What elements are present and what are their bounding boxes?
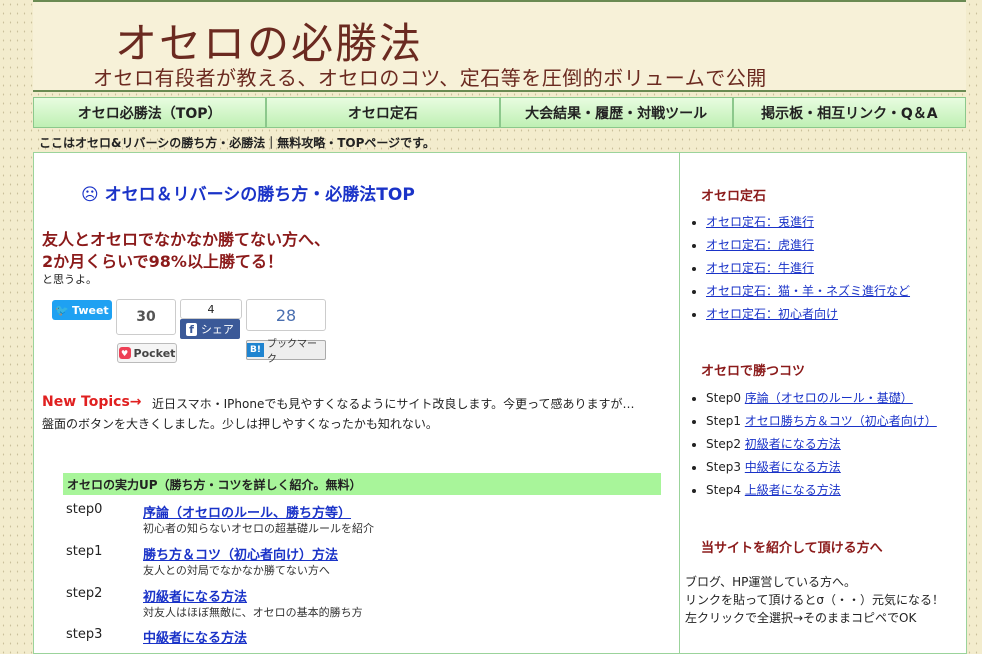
list-item: オセロ定石：猫・羊・ネズミ進行など — [706, 280, 910, 303]
sidebar-link[interactable]: オセロ勝ち方＆コツ（初心者向け） — [745, 414, 937, 428]
nav-item-results[interactable]: 大会結果・履歴・対戦ツール — [499, 97, 733, 128]
new-topics-text: 近日スマホ・IPhoneでも見やすくなるようにサイト改良します。今更って感ありま… — [152, 397, 635, 411]
nav-border — [33, 90, 966, 92]
step-link[interactable]: 初級者になる方法 — [143, 586, 247, 605]
intro-line-3: 左クリックで全選択→そのままコピペでOK — [685, 611, 917, 625]
sidebar-link[interactable]: 序論（オセロのルール・基礎） — [745, 391, 913, 405]
step-number: step1 — [66, 544, 103, 559]
step-label: Step4 — [706, 483, 741, 497]
list-item: Step0 序論（オセロのルール・基礎） — [706, 387, 937, 410]
step-number: step2 — [66, 586, 103, 601]
pocket-label: Pocket — [133, 346, 176, 360]
sidebar-link[interactable]: オセロ定石：牛進行 — [706, 261, 814, 275]
step-link[interactable]: 序論（オセロのルール、勝ち方等） — [143, 502, 351, 521]
section-heading: オセロの実力UP（勝ち方・コツを詳しく紹介。無料） — [63, 473, 661, 495]
step-label: Step0 — [706, 391, 741, 405]
tweet-count: 30 — [116, 299, 176, 335]
pocket-button[interactable]: ♥ Pocket — [117, 343, 177, 363]
step-description: 友人との対局でなかなか勝てない方へ — [143, 564, 330, 577]
facebook-count: 4 — [180, 299, 242, 319]
breadcrumb: ここはオセロ&リバーシの勝ち方・必勝法｜無料攻略・TOPページです。 — [39, 136, 435, 150]
hatena-icon: B! — [247, 343, 264, 357]
twitter-bird-icon: 🐦 — [55, 303, 70, 317]
sidebar-link[interactable]: オセロ定石：兎進行 — [706, 215, 814, 229]
sidebar: オセロ定石 オセロ定石：兎進行 オセロ定石：虎進行 オセロ定石：牛進行 オセロ定… — [679, 152, 967, 654]
list-item: オセロ定石：兎進行 — [706, 211, 910, 234]
nav-item-top[interactable]: オセロ必勝法（TOP） — [33, 97, 267, 128]
step-label: Step2 — [706, 437, 741, 451]
site-subtitle: オセロ有段者が教える、オセロのコツ、定石等を圧倒的ボリュームで公開 — [93, 66, 767, 90]
sidebar-heading-tips: オセロで勝つコツ — [701, 364, 806, 379]
facebook-icon: f — [186, 322, 197, 336]
hatena-label: ブックマーク — [266, 339, 317, 365]
new-topics-text-2: 盤面のボタンを大きくしました。少しは押しやすくなったかも知れない。 — [42, 417, 438, 431]
step-label: Step3 — [706, 460, 741, 474]
page-title: ☹ オセロ＆リバーシの勝ち方・必勝法TOP — [81, 185, 415, 205]
list-item: オセロ定石：虎進行 — [706, 234, 910, 257]
intro-line-2: リンクを貼って頂けるとσ（・・）元気になる！ — [685, 593, 945, 607]
facebook-share-button[interactable]: f シェア — [180, 319, 240, 339]
list-item: オセロ定石：初心者向け — [706, 303, 910, 326]
step-label: Step1 — [706, 414, 741, 428]
nav-item-board[interactable]: 掲示板・相互リンク・Q＆A — [732, 97, 966, 128]
main-content: ☹ オセロ＆リバーシの勝ち方・必勝法TOP 友人とオセロでなかなか勝てない方へ、… — [33, 152, 680, 654]
intro-line-1: ブログ、HP運営している方へ。 — [685, 575, 857, 589]
sidebar-heading-joseki: オセロ定石 — [701, 189, 767, 204]
site-header: オセロの必勝法 オセロ有段者が教える、オセロのコツ、定石等を圧倒的ボリュームで公… — [33, 2, 966, 90]
sidebar-intro-text: ブログ、HP運営している方へ。 リンクを貼って頂けるとσ（・・）元気になる！ 左… — [685, 573, 944, 627]
hatena-count: 28 — [246, 299, 326, 331]
step-description: 対友人はほぼ無敵に、オセロの基本的勝ち方 — [143, 606, 363, 619]
list-item: Step1 オセロ勝ち方＆コツ（初心者向け） — [706, 410, 937, 433]
facebook-share-label: シェア — [200, 323, 234, 336]
sidebar-link[interactable]: 中級者になる方法 — [745, 460, 841, 474]
sidebar-link[interactable]: オセロ定石：虎進行 — [706, 238, 814, 252]
lead-line-2: 2か月くらいで98%以上勝てる！ — [42, 252, 283, 271]
list-item: Step2 初級者になる方法 — [706, 433, 937, 456]
tweet-label: Tweet — [72, 303, 109, 317]
step-link[interactable]: 勝ち方＆コツ（初心者向け）方法 — [143, 544, 338, 563]
hatena-bookmark-button[interactable]: B! ブックマーク — [246, 339, 326, 365]
list-item: オセロ定石：牛進行 — [706, 257, 910, 280]
step-description: 初心者の知らないオセロの超基礎ルールを紹介 — [143, 522, 374, 535]
sidebar-heading-intro: 当サイトを紹介して頂ける方へ — [701, 541, 883, 556]
sidebar-link[interactable]: 上級者になる方法 — [745, 483, 841, 497]
step-number: step0 — [66, 502, 103, 517]
step-link[interactable]: 中級者になる方法 — [143, 627, 247, 646]
list-item: Step4 上級者になる方法 — [706, 479, 937, 502]
sidebar-link[interactable]: オセロ定石：猫・羊・ネズミ進行など — [706, 284, 910, 298]
pocket-icon: ♥ — [118, 347, 131, 359]
nav-item-joseki[interactable]: オセロ定石 — [266, 97, 500, 128]
lead-line-3: と思うよ。 — [42, 273, 97, 286]
lead-line-1: 友人とオセロでなかなか勝てない方へ、 — [42, 230, 331, 249]
tips-list: Step0 序論（オセロのルール・基礎） Step1 オセロ勝ち方＆コツ（初心者… — [680, 387, 937, 502]
sidebar-link[interactable]: 初級者になる方法 — [745, 437, 841, 451]
main-nav: オセロ必勝法（TOP） オセロ定石 大会結果・履歴・対戦ツール 掲示板・相互リン… — [33, 97, 966, 128]
page: オセロの必勝法 オセロ有段者が教える、オセロのコツ、定石等を圧倒的ボリュームで公… — [33, 0, 967, 654]
joseki-list: オセロ定石：兎進行 オセロ定石：虎進行 オセロ定石：牛進行 オセロ定石：猫・羊・… — [680, 211, 910, 326]
sidebar-link[interactable]: オセロ定石：初心者向け — [706, 307, 838, 321]
tweet-button[interactable]: 🐦 Tweet — [52, 300, 112, 320]
list-item: Step3 中級者になる方法 — [706, 456, 937, 479]
new-topics-label: New Topics→ — [42, 394, 142, 410]
